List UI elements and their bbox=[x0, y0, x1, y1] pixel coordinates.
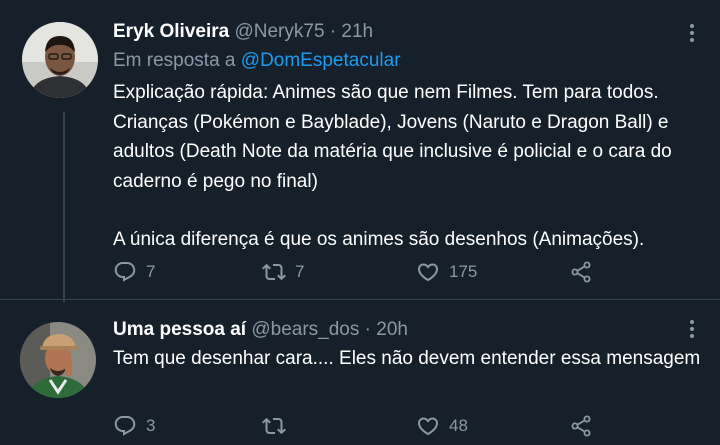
timestamp[interactable]: 20h bbox=[376, 319, 408, 340]
timestamp[interactable]: 21h bbox=[341, 21, 373, 42]
share-button[interactable] bbox=[569, 413, 593, 439]
reply-handle-link[interactable]: @DomEspetacular bbox=[241, 50, 401, 71]
user-handle[interactable]: @bears_dos bbox=[251, 319, 359, 340]
tweet-header: Eryk Oliveira @Neryk75 · 21h bbox=[113, 20, 373, 44]
separator: · bbox=[364, 319, 371, 340]
reply-context: Em resposta a @DomEspetacular bbox=[113, 49, 401, 73]
tweet-header: Uma pessoa aí @bears_dos · 20h bbox=[113, 318, 408, 342]
share-icon bbox=[571, 261, 591, 283]
retweet-icon bbox=[262, 417, 286, 435]
action-bar: 3 48 bbox=[113, 413, 613, 439]
retweet-icon bbox=[262, 263, 286, 281]
share-icon bbox=[571, 415, 591, 437]
tweet-paragraph: A única diferença é que os animes são de… bbox=[113, 229, 645, 250]
avatar[interactable] bbox=[20, 322, 96, 398]
like-count: 175 bbox=[449, 262, 478, 281]
display-name[interactable]: Uma pessoa aí bbox=[113, 319, 246, 340]
user-handle[interactable]: @Neryk75 bbox=[234, 21, 324, 42]
reply-count: 7 bbox=[146, 262, 156, 281]
tweet-paragraph: Explicação rápida: Animes são que nem Fi… bbox=[113, 82, 672, 192]
retweet-count: 7 bbox=[295, 262, 305, 281]
reply-count: 3 bbox=[146, 416, 156, 435]
reply-icon bbox=[114, 416, 136, 436]
like-count: 48 bbox=[449, 416, 468, 435]
more-icon[interactable] bbox=[690, 24, 694, 45]
tweet-text: Explicação rápida: Animes são que nem Fi… bbox=[113, 78, 703, 255]
reply-icon bbox=[114, 262, 136, 282]
like-button[interactable]: 48 bbox=[416, 413, 468, 439]
reply-prefix: Em resposta a bbox=[113, 50, 236, 71]
tweet-text: Tem que desenhar cara.... Eles não devem… bbox=[113, 344, 703, 374]
thread-line bbox=[63, 112, 65, 302]
reply-button[interactable]: 3 bbox=[113, 413, 155, 439]
display-name[interactable]: Eryk Oliveira bbox=[113, 21, 229, 42]
action-bar: 7 7 175 bbox=[113, 259, 613, 285]
like-icon bbox=[417, 417, 439, 436]
separator: · bbox=[329, 21, 337, 42]
tweet-paragraph: Tem que desenhar cara.... Eles não devem… bbox=[113, 348, 701, 369]
reply-button[interactable]: 7 bbox=[113, 259, 155, 285]
tweet[interactable]: Uma pessoa aí @bears_dos · 20h Tem que d… bbox=[0, 300, 720, 445]
share-button[interactable] bbox=[569, 259, 593, 285]
retweet-button[interactable] bbox=[262, 413, 295, 439]
like-icon bbox=[417, 263, 439, 282]
avatar[interactable] bbox=[22, 22, 98, 98]
more-icon[interactable] bbox=[690, 320, 694, 341]
retweet-button[interactable]: 7 bbox=[262, 259, 304, 285]
tweet[interactable]: Eryk Oliveira @Neryk75 · 21h Em resposta… bbox=[0, 0, 720, 302]
like-button[interactable]: 175 bbox=[416, 259, 477, 285]
